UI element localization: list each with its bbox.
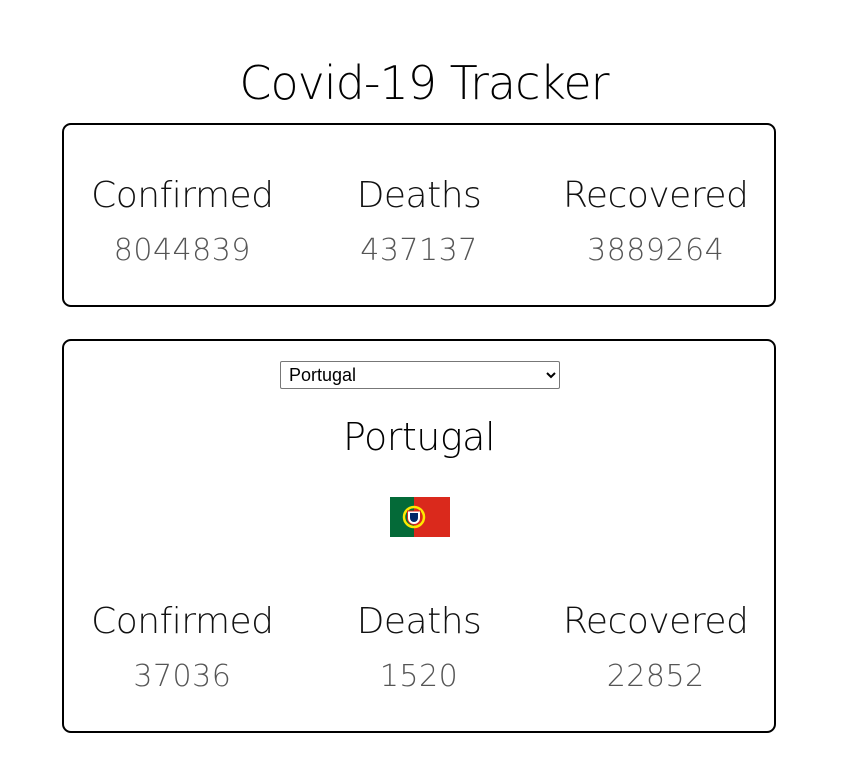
portugal-flag-icon (390, 497, 450, 537)
global-confirmed-stat: Confirmed 8044839 (64, 173, 301, 269)
country-select[interactable]: Portugal (280, 361, 560, 389)
global-deaths-label: Deaths (356, 175, 482, 216)
global-recovered-stat: Recovered 3889264 (537, 173, 774, 269)
country-stats-card: Portugal Portugal Confirmed 37036 Deaths… (62, 339, 776, 733)
page-title: Covid-19 Tracker (239, 55, 609, 110)
country-stats-row: Confirmed 37036 Deaths 1520 Recovered 22… (64, 599, 774, 695)
global-confirmed-value: 8044839 (113, 233, 251, 268)
country-deaths-label: Deaths (356, 601, 482, 642)
global-recovered-label: Recovered (563, 175, 749, 216)
country-recovered-value: 22852 (606, 659, 705, 694)
country-recovered-stat: Recovered 22852 (537, 599, 774, 695)
global-recovered-value: 3889264 (587, 233, 725, 268)
country-name: Portugal (342, 415, 496, 459)
global-stats-row: Confirmed 8044839 Deaths 437137 Recovere… (64, 173, 774, 269)
country-confirmed-label: Confirmed (91, 601, 274, 642)
country-deaths-stat: Deaths 1520 (301, 599, 538, 695)
country-recovered-label: Recovered (563, 601, 749, 642)
global-deaths-stat: Deaths 437137 (301, 173, 538, 269)
country-deaths-value: 1520 (379, 659, 459, 694)
global-stats-card: Confirmed 8044839 Deaths 437137 Recovere… (62, 123, 776, 307)
global-deaths-value: 437137 (360, 233, 478, 268)
flag-inner-shield (410, 513, 418, 522)
country-confirmed-stat: Confirmed 37036 (64, 599, 301, 695)
country-confirmed-value: 37036 (133, 659, 232, 694)
global-confirmed-label: Confirmed (91, 175, 274, 216)
